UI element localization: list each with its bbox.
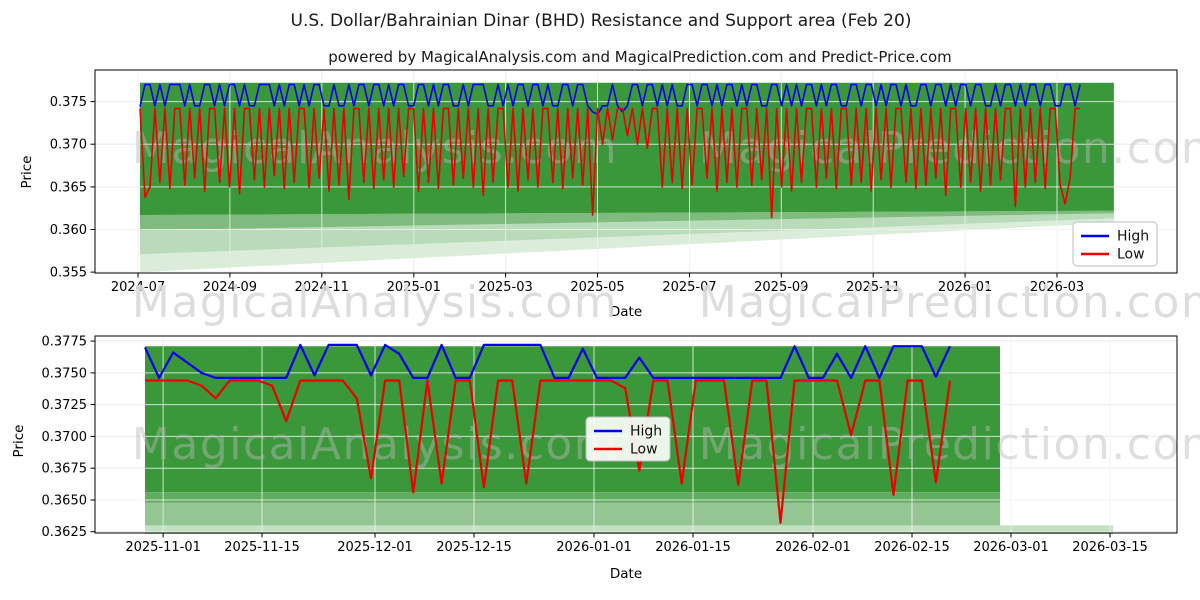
x-tick-label: 2025-12-15 [436, 540, 512, 555]
bottom-legend: High Low [585, 416, 671, 462]
chart-subtitle: powered by MagicalAnalysis.com and Magic… [328, 48, 952, 66]
y-tick-label: 0.3775 [42, 335, 88, 350]
bottom-legend-high-label: High [630, 424, 662, 440]
x-tick-label: 2026-01-01 [556, 540, 632, 555]
x-tick-label: 2025-11-01 [125, 540, 201, 555]
x-tick-label: 2025-12-01 [337, 540, 413, 555]
y-tick-label: 0.365 [50, 180, 87, 195]
y-tick-label: 0.3650 [42, 494, 88, 509]
top-y-axis-label: Price [19, 156, 35, 189]
top-resistance-support-bands [140, 82, 1114, 273]
x-tick-label: 2026-03-15 [1072, 540, 1148, 555]
x-tick-label: 2026-01-15 [655, 540, 731, 555]
resistance-support-band [145, 492, 1000, 503]
y-tick-label: 0.3750 [42, 366, 88, 381]
y-tick-label: 0.375 [50, 95, 87, 110]
y-tick-label: 0.360 [50, 223, 87, 238]
x-tick-label: 2026-02-01 [775, 540, 851, 555]
chart-title: U.S. Dollar/Bahrainian Dinar (BHD) Resis… [291, 11, 912, 31]
y-tick-label: 0.355 [50, 266, 87, 281]
bottom-y-axis-label: Price [11, 425, 27, 458]
x-tick-label: 2025-11-15 [224, 540, 300, 555]
y-tick-label: 0.3625 [42, 525, 88, 540]
y-tick-label: 0.3675 [42, 462, 88, 477]
x-tick-label: 2026-02-15 [874, 540, 950, 555]
top-legend: High Low [1072, 221, 1158, 267]
bottom-x-axis-label: Date [610, 566, 642, 582]
watermark-analysis-middle: MagicalAnalysis.com [132, 277, 618, 328]
watermark-prediction-middle: MagicalPrediction.com [699, 277, 1200, 328]
bottom-legend-low-label: Low [630, 442, 658, 458]
top-legend-high-label: High [1117, 229, 1149, 245]
y-tick-label: 0.3700 [42, 430, 88, 445]
y-tick-label: 0.370 [50, 138, 87, 153]
x-tick-label: 2026-03-01 [973, 540, 1049, 555]
top-legend-low-label: Low [1117, 247, 1145, 263]
resistance-support-band [145, 502, 1000, 526]
y-tick-label: 0.3725 [42, 398, 88, 413]
figure: U.S. Dollar/Bahrainian Dinar (BHD) Resis… [0, 0, 1200, 600]
